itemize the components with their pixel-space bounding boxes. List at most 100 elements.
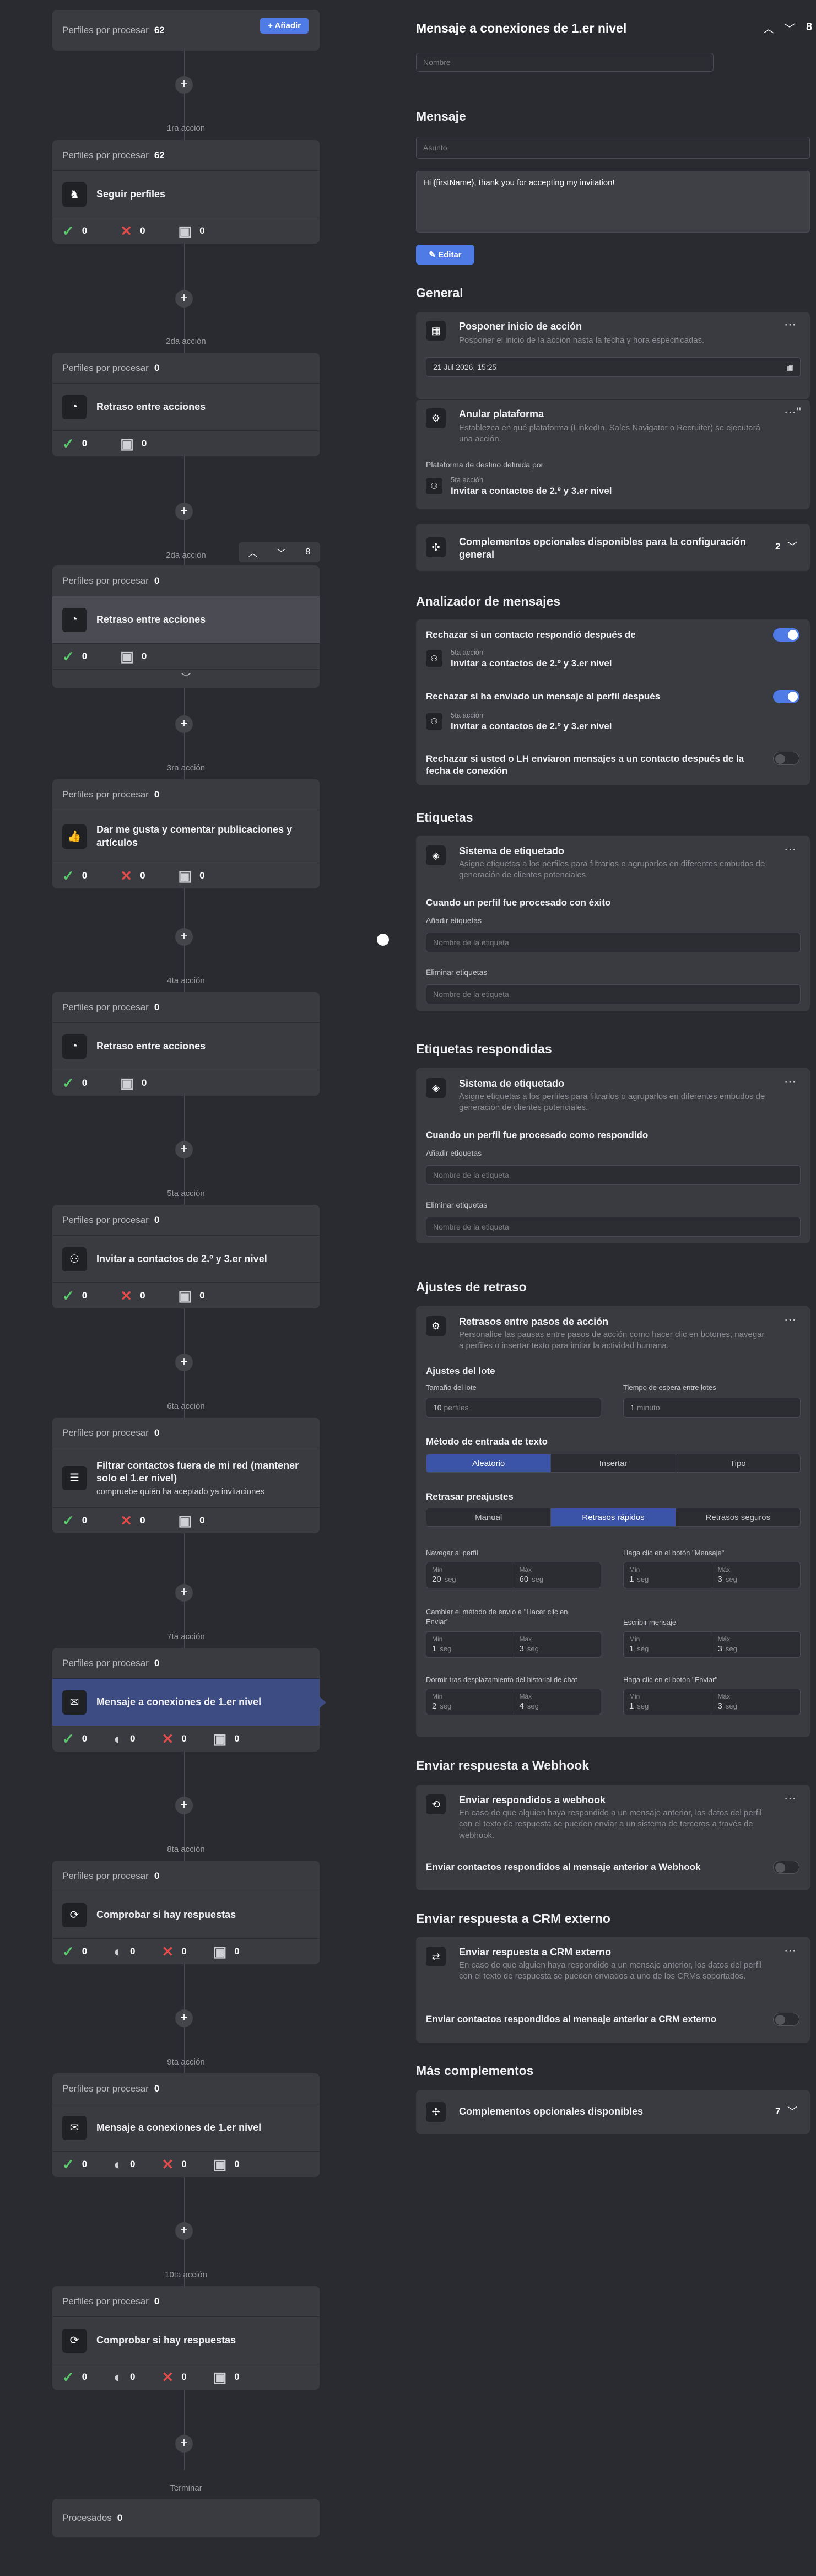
timer-icon: ◔ [62,1034,87,1059]
next-icon[interactable]: ﹀ [784,20,795,36]
step-card[interactable]: Perfiles por procesar 0 ⟳ Comprobar si hay… [52,2286,320,2390]
more-options-icon[interactable]: ⋯ [784,842,797,856]
webhook-toggle[interactable] [773,1861,799,1874]
insert-step-button[interactable]: + [175,715,193,733]
step-label: 10ta acción [165,2270,207,2279]
input-method-type[interactable]: Tipo [676,1454,800,1472]
crm-toggle[interactable] [773,2013,799,2026]
send-method-delay[interactable]: Min 1 seg Máx 3 seg [426,1631,601,1658]
end-label: Terminar [170,2483,202,2493]
delay-preset-selector[interactable]: Manual Retrasos rápidos Retrasos seguros [426,1508,801,1527]
step-card-selected[interactable]: Perfiles por procesar 0 ◔ Retraso entre ac… [52,565,320,688]
add-tags-input[interactable]: Nombre de la etiqueta [426,933,801,952]
drag-handle[interactable] [377,934,389,946]
insert-step-button[interactable]: + [175,503,193,520]
reject-messaged-toggle[interactable] [773,690,799,703]
skipped-icon: ▣ [178,223,192,239]
timer-icon: ◔ [62,607,87,632]
chevron-down-icon[interactable]: ﹀ [787,2104,797,2118]
step-card[interactable]: Perfiles por procesar 0 ☰ Filtrar contact… [52,1418,320,1533]
top-queue-card: Perfiles por procesar 62 + Añadir [52,10,320,51]
check-replies-icon: ⟳ [62,2328,87,2353]
preset-manual[interactable]: Manual [426,1508,552,1526]
skipped-icon: ▣ [178,867,192,884]
message-icon: ✉ [62,1690,87,1715]
step-card[interactable]: Perfiles por procesar 0 ◔ Retraso entre ac… [52,353,320,456]
invite-icon: ⚇ [62,1247,87,1271]
insert-step-button[interactable]: + [175,1141,193,1158]
general-addons-box[interactable]: ✣ Complementos opcionales disponibles pa… [416,524,810,571]
skipped-icon: ▣ [178,1287,192,1304]
click-message-delay[interactable]: Min 1 seg Máx 3 seg [623,1562,801,1588]
more-options-icon[interactable]: ⋯ [784,1791,797,1806]
step-card-active[interactable]: Perfiles por procesar 0 ✉ Mensaje a conexi… [52,1648,326,1752]
expand-chevron-icon[interactable]: ﹀ [52,669,320,688]
failed-icon: ✕ [161,1943,174,1960]
input-method-insert[interactable]: Insertar [551,1454,676,1472]
more-options-icon[interactable]: ⋯ [784,317,797,332]
failed-icon: ✕ [161,2369,174,2385]
step-card[interactable]: Perfiles por procesar 62 ♞ Seguir perfiles… [52,140,320,244]
insert-step-button[interactable]: + [175,2435,193,2453]
insert-step-button[interactable]: + [175,1797,193,1814]
step-card[interactable]: Perfiles por procesar 0 ⟳ Comprobar si hay… [52,1861,320,1964]
message-body[interactable]: Hi {firstName}, thank you for accepting … [416,171,810,233]
preset-safe[interactable]: Retrasos seguros [676,1508,800,1526]
webhook-box: ⟲ Enviar respondidos a webhook En caso d… [416,1785,810,1890]
insert-step-button[interactable]: + [175,2222,193,2240]
replied-icon: ◐ [114,2369,122,2385]
more-options-icon[interactable]: ⋯ [784,1075,797,1089]
subject-input[interactable]: Asunto [416,137,810,159]
step-label: 4ta acción [167,976,205,985]
prev-icon[interactable]: ︿ [763,20,774,36]
panel-title: Mensaje a conexiones de 1.er nivel [416,21,627,35]
override-platform-box: ⚙ Anular plataforma Establezca en qué pl… [416,399,810,509]
input-method-random[interactable]: Aleatorio [426,1454,552,1472]
insert-step-button[interactable]: + [175,1354,193,1371]
add-reply-tags-input[interactable]: Nombre de la etiqueta [426,1165,801,1185]
insert-step-button[interactable]: + [175,928,193,946]
action-name-input[interactable]: Nombre [416,53,714,72]
success-icon: ✓ [62,1075,74,1091]
insert-step-button[interactable]: + [175,76,193,94]
move-down-icon[interactable]: ﹀ [277,546,286,559]
edit-button[interactable]: ✎ Editar [416,245,474,265]
chat-scroll-delay[interactable]: Min 2 seg Máx 4 seg [426,1689,601,1715]
skipped-icon: ▣ [213,1943,227,1960]
preset-fast[interactable]: Retrasos rápidos [551,1508,676,1526]
move-up-icon[interactable]: ︿ [248,546,257,559]
reject-replied-toggle[interactable] [773,628,799,642]
step-card[interactable]: Perfiles por procesar 0 ◔ Retraso entre ac… [52,992,320,1096]
more-options-icon[interactable]: ⋯" [784,405,802,419]
insert-step-button[interactable]: + [175,1584,193,1602]
more-options-icon[interactable]: ⋯ [784,1313,797,1327]
write-message-delay[interactable]: Min 1 seg Máx 3 seg [623,1631,801,1658]
navigate-profile-delay[interactable]: Min 20 seg Máx 60 seg [426,1562,601,1588]
tags-box: ◈ Sistema de etiquetado Asigne etiquetas… [416,836,810,1011]
reject-after-connection-toggle[interactable] [773,752,799,765]
more-options-icon[interactable]: ⋯ [784,1943,797,1958]
batch-wait-input[interactable]: 1 minuto [623,1398,801,1418]
step-card[interactable]: Perfiles por procesar 0 👍 Dar me gusta y c… [52,779,320,888]
timer-icon: ◔ [62,395,87,419]
replied-icon: ◐ [114,1943,122,1960]
step-card[interactable]: Perfiles por procesar 0 ✉ Mensaje a conexi… [52,2073,320,2177]
click-send-delay[interactable]: Min 1 seg Máx 3 seg [623,1689,801,1715]
insert-step-button[interactable]: + [175,2009,193,2027]
success-icon: ✓ [62,867,74,884]
tags-section-title: Etiquetas [416,810,473,824]
batch-size-input[interactable]: 10 perfiles [426,1398,601,1418]
step-label: 7ta acción [167,1632,205,1641]
more-addons-box[interactable]: ✣ Complementos opcionales disponibles 7 … [416,2090,810,2134]
input-method-selector[interactable]: Aleatorio Insertar Tipo [426,1454,801,1473]
skipped-icon: ▣ [178,1512,192,1529]
add-button[interactable]: + Añadir [260,18,309,34]
chevron-down-icon[interactable]: ﹀ [787,539,797,553]
success-icon: ✓ [62,1287,74,1304]
step-card[interactable]: Perfiles por procesar 0 ⚇ Invitar a contac… [52,1205,320,1308]
postpone-date-input[interactable]: 21 Jul 2026, 15:25 ▦ [426,357,801,377]
remove-reply-tags-input[interactable]: Nombre de la etiqueta [426,1217,801,1237]
delay-section-title: Ajustes de retraso [416,1280,527,1294]
insert-step-button[interactable]: + [175,290,193,308]
remove-tags-input[interactable]: Nombre de la etiqueta [426,984,801,1004]
